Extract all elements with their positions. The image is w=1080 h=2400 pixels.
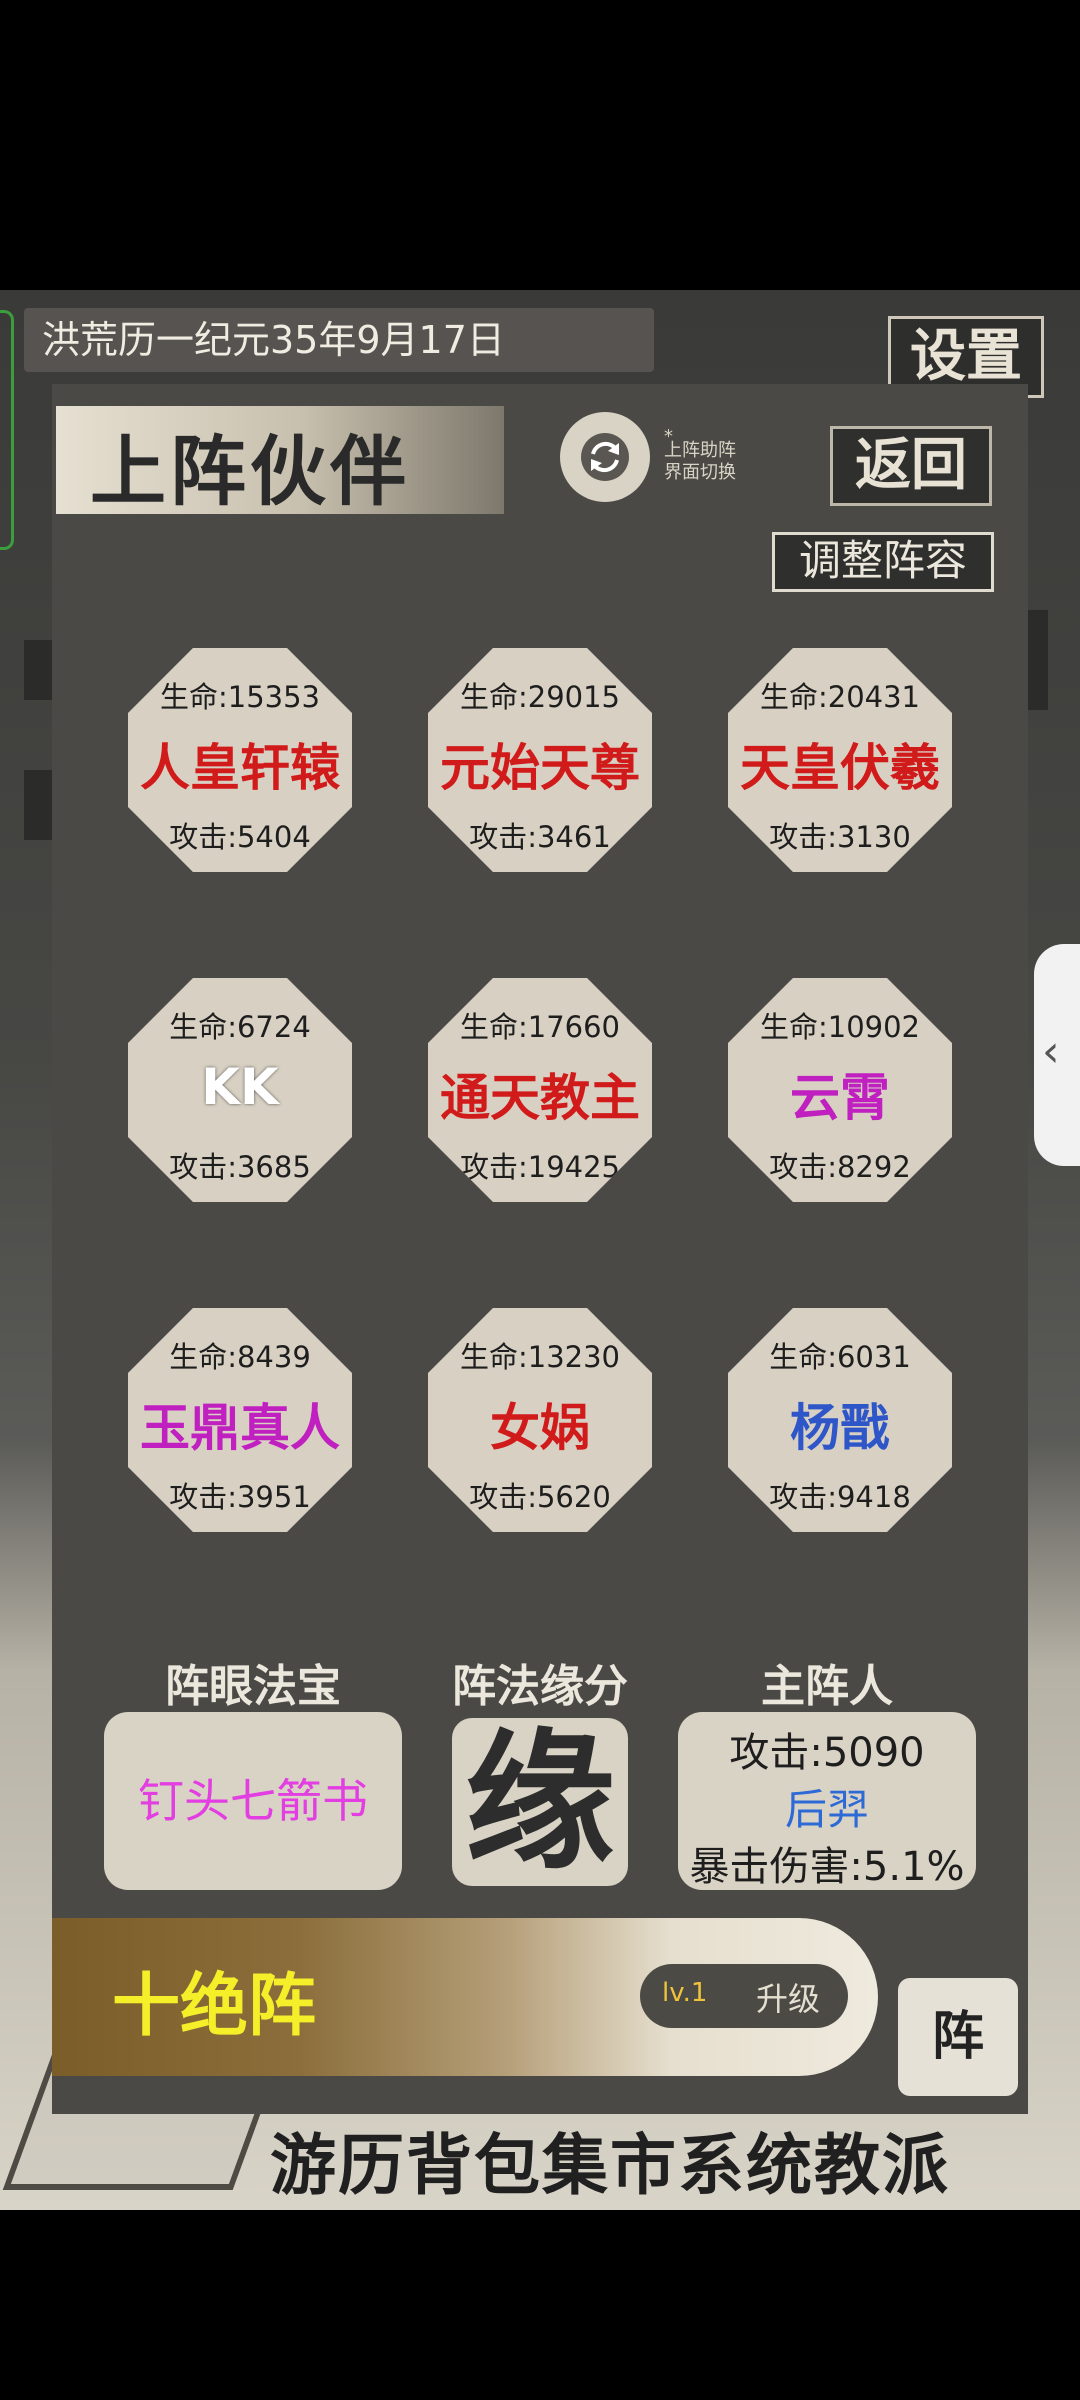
bottom-nav-menu[interactable]: 游历背包集市系统教派 [270, 2112, 950, 2208]
back-button[interactable]: 返回 [830, 426, 992, 506]
partner-card[interactable]: 生命:13230 女娲 攻击:5620 [428, 1308, 652, 1532]
partner-hp: 生命:13230 [459, 1340, 621, 1374]
partner-name: 通天教主 [440, 1069, 640, 1127]
partner-hp: 生命:6724 [169, 1010, 311, 1044]
leader-attack: 攻击:5090 [729, 1730, 925, 1776]
partner-name: 女娲 [490, 1399, 590, 1457]
adjust-lineup-button[interactable]: 调整阵容 [772, 532, 994, 592]
switch-note: * 上阵助阵 界面切换 [664, 426, 736, 484]
upgrade-label: 升级 [756, 1980, 821, 2018]
switch-view-button[interactable] [560, 412, 650, 502]
background-strip [24, 640, 54, 700]
panel-title: 上阵伙伴 [90, 427, 410, 516]
chevron-left-icon: ‹ [1042, 1026, 1060, 1077]
side-drawer-handle[interactable]: ‹ [1034, 944, 1080, 1166]
formation-button[interactable]: 阵 [898, 1978, 1018, 2096]
formation-level: lv.1 [662, 1978, 708, 2008]
partner-name: 云霄 [790, 1069, 890, 1127]
partner-card[interactable]: 生命:15353 人皇轩辕 攻击:5404 [128, 648, 352, 872]
treasure-label: 阵眼法宝 [165, 1661, 341, 1712]
side-frame [0, 310, 14, 550]
partner-hp: 生命:6031 [769, 1340, 911, 1374]
partner-card[interactable]: 生命:20431 天皇伏羲 攻击:3130 [728, 648, 952, 872]
partner-hp: 生命:29015 [459, 680, 621, 714]
fate-label: 阵法缘分 [452, 1661, 628, 1712]
treasure-slot[interactable]: 钉头七箭书 [104, 1712, 402, 1890]
partner-hp: 生命:15353 [159, 680, 321, 714]
partner-name: 杨戬 [790, 1399, 890, 1457]
partner-card[interactable]: 生命:10902 云霄 攻击:8292 [728, 978, 952, 1202]
refresh-icon [581, 433, 629, 481]
leader-crit: 暴击伤害:5.1% [689, 1844, 965, 1890]
partner-name: KK [201, 1058, 279, 1116]
partner-hp: 生命:8439 [169, 1340, 311, 1374]
partner-name: 天皇伏羲 [740, 739, 940, 797]
partner-card[interactable]: 生命:6724 KK 攻击:3685 [128, 978, 352, 1202]
background-strip [24, 770, 54, 840]
partner-hp: 生命:20431 [759, 680, 921, 714]
partner-card[interactable]: 生命:6031 杨戬 攻击:9418 [728, 1308, 952, 1532]
partner-card[interactable]: 生命:8439 玉鼎真人 攻击:3951 [128, 1308, 352, 1532]
background-strip [1028, 610, 1048, 710]
partner-card[interactable]: 生命:29015 元始天尊 攻击:3461 [428, 648, 652, 872]
partner-hp: 生命:10902 [759, 1010, 921, 1044]
note-star: * [664, 426, 673, 447]
partner-name: 元始天尊 [440, 739, 640, 797]
partner-hp: 生命:17660 [459, 1010, 621, 1044]
partner-name: 玉鼎真人 [140, 1399, 340, 1457]
upgrade-button[interactable]: lv.1 升级 [640, 1964, 848, 2028]
partner-name: 人皇轩辕 [140, 739, 340, 797]
partner-card[interactable]: 生命:17660 通天教主 攻击:19425 [428, 978, 652, 1202]
formation-name: 十绝阵 [112, 1967, 317, 2046]
leader-card[interactable]: 攻击:5090 后羿 暴击伤害:5.1% [678, 1712, 976, 1890]
note-line-2: 界面切换 [664, 462, 736, 483]
leader-name: 后羿 [784, 1785, 869, 1834]
date-display: 洪荒历一纪元35年9月17日 [24, 308, 654, 372]
note-line-1: 上阵助阵 [664, 440, 736, 461]
leader-label: 主阵人 [761, 1661, 893, 1712]
fate-button[interactable]: 缘 [452, 1718, 628, 1886]
